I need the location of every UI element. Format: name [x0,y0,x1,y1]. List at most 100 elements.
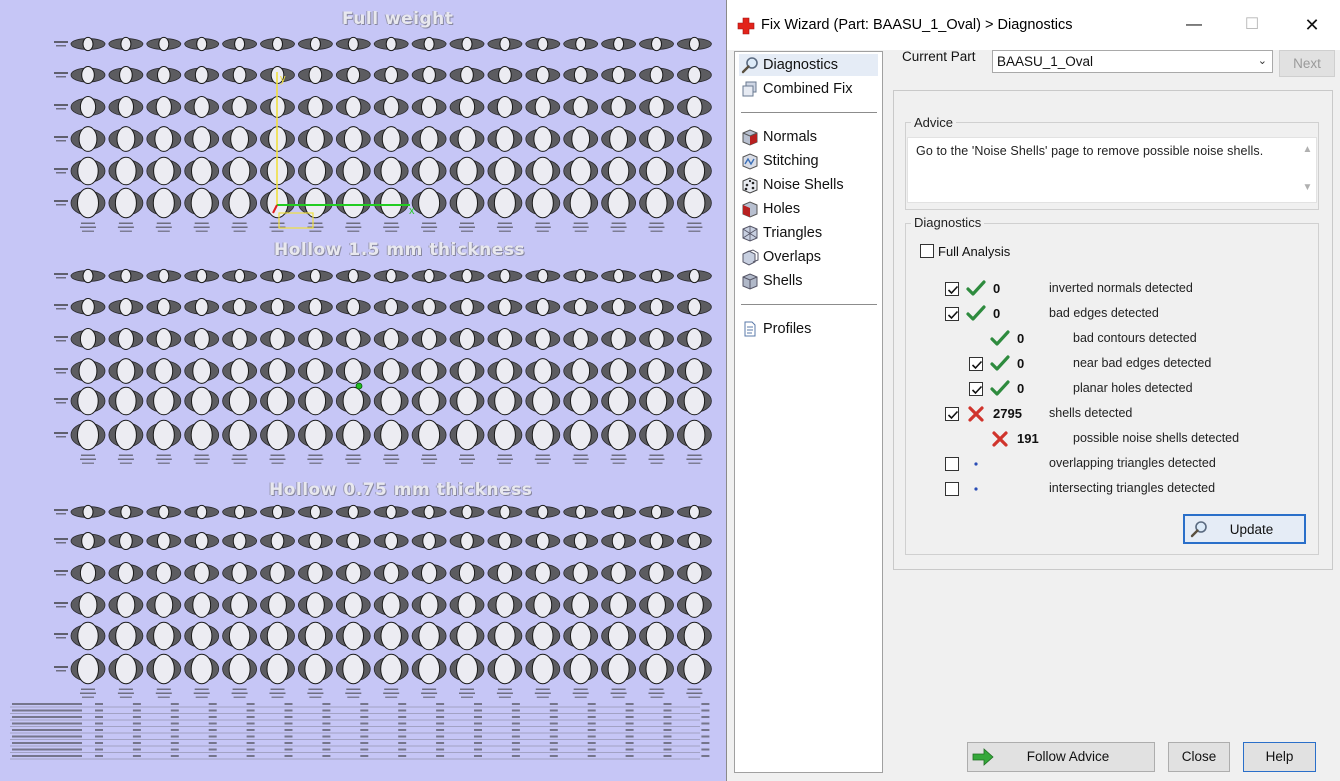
ring-model [639,653,674,685]
size-table-cell-mark [246,729,255,731]
ring-model [184,419,220,451]
ring-model [411,297,447,317]
diagnostic-checkbox[interactable] [945,482,959,496]
size-table-cell-mark [322,722,331,725]
row-size-label-mark [56,76,66,78]
shell-icon [742,273,758,290]
ring-label-mark [574,462,587,464]
ring-label-mark [650,462,663,464]
ring-model [146,531,182,551]
ring-label-mark [156,454,171,456]
size-table-cell-mark [170,716,179,718]
stitching-icon [742,153,758,170]
ring-model [108,328,144,350]
ring-model [335,156,371,186]
ring-model [601,504,636,520]
scroll-down-icon[interactable]: ▼ [1299,181,1316,195]
3d-viewport[interactable]: xy Full weight Hollow 1.5 mm thickness H… [0,0,726,781]
nav-item-profiles[interactable]: Profiles [739,318,878,340]
ring-label-mark [308,454,323,456]
update-button[interactable]: Update [1183,514,1306,544]
nav-item-label: Shells [763,273,803,289]
ring-model [601,268,636,284]
ring-label-mark [649,688,664,690]
ring-model [525,592,561,618]
window-title: Fix Wizard (Part: BAASU_1_Oval) > Diagno… [761,17,1073,33]
size-table-cell-mark [663,755,672,757]
ring-model [563,419,599,451]
close-button[interactable]: Close [1168,742,1230,772]
full-analysis-checkbox[interactable] [920,244,934,258]
ring-model [146,126,182,152]
ring-label-mark [118,222,133,224]
row-size-label-mark [54,602,68,604]
row-size-label-mark [54,570,68,572]
ring-model [260,36,295,52]
diagnostic-checkbox[interactable] [945,307,959,321]
ring-model [335,96,371,118]
nav-item-diagnostics[interactable]: Diagnostics [739,54,878,76]
ring-label-mark [231,226,248,228]
ring-models-scene[interactable]: xy [0,0,726,781]
next-button[interactable]: Next [1279,50,1335,77]
ring-model [411,562,447,584]
size-table-cell-mark [436,748,445,751]
maximize-button[interactable]: ☐ [1229,10,1275,40]
ring-model [449,96,485,118]
ring-model [70,592,106,618]
size-table-cell-mark [625,742,634,744]
size-table-cell-mark [246,748,255,751]
size-table-cell-mark [587,709,596,712]
diagnostic-checkbox[interactable] [945,457,959,471]
scroll-up-icon[interactable]: ▲ [1299,143,1316,157]
nav-item-noise-shells[interactable]: Noise Shells [739,174,878,196]
size-table-cell-mark [95,735,103,738]
size-table-cell-mark [625,729,634,731]
diagnostic-checkbox[interactable] [945,282,959,296]
ring-model [222,36,258,52]
ring-model [108,297,144,317]
nav-item-normals[interactable]: Normals [739,126,878,148]
ring-label-mark [346,222,361,224]
close-window-button[interactable]: ✕ [1289,10,1335,40]
ring-model [108,386,144,416]
ring-label-mark [649,454,664,456]
ring-model [449,504,485,520]
ring-model [297,562,333,584]
current-part-dropdown[interactable]: BAASU_1_Oval ⌄ [992,50,1273,73]
ring-label-mark [610,226,627,228]
ring-label-mark [572,226,589,228]
ring-model [222,96,258,118]
ring-model [563,386,599,416]
ring-model [677,187,712,219]
row-size-label-mark [54,41,68,43]
overlap-icon [742,249,759,266]
follow-advice-button[interactable]: Follow Advice [967,742,1155,772]
ring-model [70,504,106,520]
error-x-icon [990,430,1010,448]
ring-model [487,297,523,317]
diagnostic-checkbox[interactable] [969,382,983,396]
ring-model [184,504,220,520]
help-button[interactable]: Help [1243,742,1316,772]
ring-model [639,621,674,651]
ring-label-mark [498,230,511,232]
diagnostic-checkbox[interactable] [945,407,959,421]
nav-item-overlaps[interactable]: Overlaps [739,246,878,268]
ring-label-mark [157,462,170,464]
ring-model [70,297,106,317]
diagnostic-checkbox[interactable] [969,357,983,371]
title-bar[interactable]: Fix Wizard (Part: BAASU_1_Oval) > Diagno… [727,0,1340,50]
nav-item-combined-fix[interactable]: Combined Fix [739,78,878,100]
nav-item-holes[interactable]: Holes [739,198,878,220]
ring-label-mark [687,454,702,456]
nav-item-triangles[interactable]: Triangles [739,222,878,244]
ring-model [601,621,636,651]
ring-label-mark [460,454,474,456]
minimize-button[interactable]: — [1171,10,1217,40]
nav-item-stitching[interactable]: Stitching [739,150,878,172]
advice-scrollbar[interactable]: ▲ ▼ [1299,141,1316,197]
ring-label-mark [307,458,324,460]
nav-item-shells[interactable]: Shells [739,270,878,292]
row-size-label-mark [56,172,66,174]
